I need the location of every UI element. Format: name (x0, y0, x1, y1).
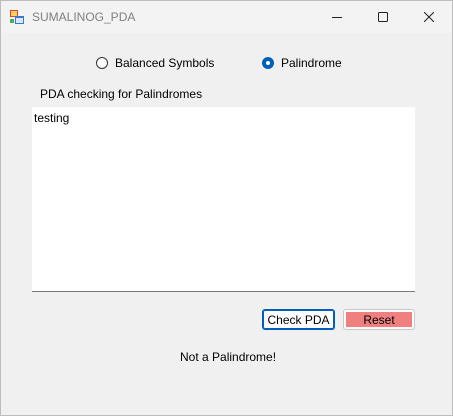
title-bar: SUMALINOG_PDA (1, 1, 452, 33)
app-window: SUMALINOG_PDA Balanced Symbols Palindrom… (0, 0, 453, 416)
close-icon (424, 12, 434, 22)
reset-button[interactable]: Reset (343, 309, 415, 330)
check-pda-button[interactable]: Check PDA (262, 309, 335, 330)
check-pda-label: Check PDA (267, 312, 330, 327)
input-textarea[interactable]: testing (32, 107, 415, 292)
radio-balanced-symbols[interactable]: Balanced Symbols (96, 55, 214, 71)
minimize-icon (332, 17, 342, 18)
app-icon (10, 10, 24, 24)
radio-palindrome-label[interactable]: Palindrome (281, 56, 342, 70)
minimize-button[interactable] (314, 1, 360, 33)
section-label: PDA checking for Palindromes (40, 87, 203, 101)
maximize-icon (378, 12, 388, 22)
window-title: SUMALINOG_PDA (32, 10, 136, 24)
radio-checked-icon[interactable] (262, 57, 274, 69)
radio-unchecked-icon[interactable] (96, 57, 108, 69)
radio-balanced-label[interactable]: Balanced Symbols (115, 56, 214, 70)
reset-label: Reset (363, 312, 395, 327)
maximize-button[interactable] (360, 1, 406, 33)
radio-palindrome[interactable]: Palindrome (262, 55, 342, 71)
close-button[interactable] (406, 1, 452, 33)
result-message: Not a Palindrome! (180, 350, 277, 364)
